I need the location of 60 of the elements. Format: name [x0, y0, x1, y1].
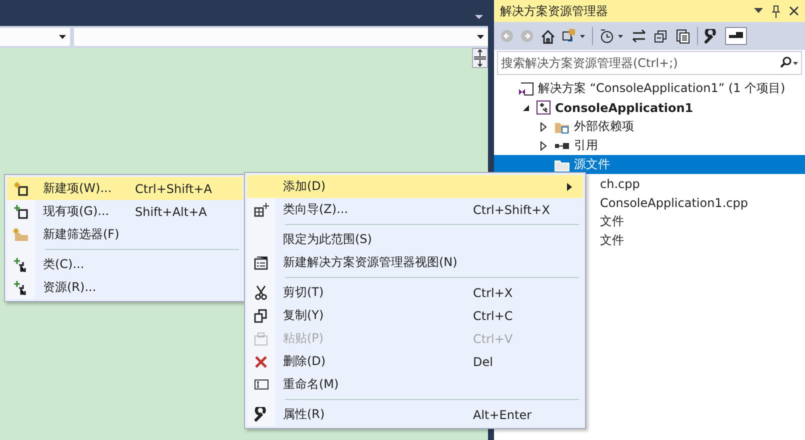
delete-icon [254, 354, 268, 368]
menu-item[interactable]: 重命名(M) [247, 373, 583, 396]
tree-item[interactable]: ConsoleApplication1 [555, 100, 694, 114]
window-icon [254, 256, 268, 270]
collapsed-icon[interactable] [540, 140, 548, 150]
collapse-icon[interactable] [653, 29, 669, 43]
menu-item[interactable]: 删除(D) Del [247, 350, 583, 373]
search-icon[interactable] [779, 56, 799, 70]
add-item-icon [14, 204, 28, 218]
dropdown-icon[interactable] [754, 8, 763, 14]
solution-icon [518, 82, 534, 96]
dropdown-icon[interactable] [474, 14, 484, 20]
new-item-icon [14, 182, 28, 196]
menu-item[interactable]: 现有项(G)... Shift+Alt+A [7, 200, 243, 223]
add-class-icon [14, 280, 28, 294]
close-icon[interactable] [789, 6, 799, 16]
menu-item[interactable]: 资源(R)... [7, 276, 243, 299]
rename-icon [254, 379, 268, 390]
tree-item[interactable]: 解决方案 “ConsoleApplication1” (1 个项目) [538, 80, 786, 97]
copy-icon [254, 308, 268, 322]
tree-item[interactable]: ch.cpp [600, 176, 640, 190]
menu-item[interactable]: 新建项(W)... Ctrl+Shift+A [7, 177, 243, 200]
copy-pages-icon[interactable] [675, 28, 691, 44]
expanded-icon[interactable] [522, 104, 530, 112]
dropdown-arrow-icon[interactable] [477, 35, 484, 39]
menu-item[interactable]: 属性(R) Alt+Enter [247, 403, 583, 426]
wizard-icon [254, 202, 268, 216]
dropdown-field[interactable] [74, 28, 488, 46]
menu-item[interactable]: 新建解决方案资源管理器视图(N) [247, 251, 583, 274]
home-icon[interactable] [540, 28, 556, 44]
clipboard-icon [254, 332, 268, 346]
menu-item[interactable]: 添加(D) [247, 175, 583, 198]
menu-item[interactable]: 类向导(Z)... Ctrl+Shift+X [247, 198, 583, 221]
tree-item[interactable]: 文件 [600, 213, 624, 230]
panel-title: 解决方案资源管理器 [500, 2, 608, 20]
menu-item[interactable]: 复制(Y) Ctrl+C [247, 304, 583, 327]
tree-item[interactable]: 外部依赖项 [574, 118, 634, 135]
dock-icon [729, 32, 743, 40]
tree-item[interactable]: 引用 [574, 137, 598, 154]
search-field[interactable]: 搜索解决方案资源管理器(Ctrl+;) [497, 51, 802, 75]
tree-item[interactable]: 文件 [600, 232, 624, 249]
dropdown-arrow-icon[interactable] [59, 35, 66, 39]
menu-item[interactable]: 限定为此范围(S) [247, 228, 583, 251]
split-icon[interactable] [472, 48, 488, 68]
tree-item[interactable]: 源文件 [574, 156, 610, 173]
menu-item[interactable]: 类(C)... [7, 253, 243, 276]
scissors-icon [254, 285, 268, 300]
pin-icon[interactable] [771, 4, 781, 18]
collapsed-icon[interactable] [540, 122, 548, 132]
menu-item[interactable]: 剪切(T) Ctrl+X [247, 281, 583, 304]
tree-item[interactable]: ConsoleApplication1.cpp [600, 196, 748, 210]
history-icon[interactable] [599, 28, 625, 44]
preview-button[interactable] [725, 27, 747, 45]
new-folder-icon [13, 228, 29, 242]
swap-icon[interactable] [631, 29, 647, 43]
menu-item[interactable]: 新建筛选器(F) [7, 223, 243, 246]
dropdown-field[interactable] [0, 28, 70, 46]
add-class-icon [14, 258, 28, 272]
reference-icon [554, 142, 570, 150]
project-icon [536, 100, 551, 115]
